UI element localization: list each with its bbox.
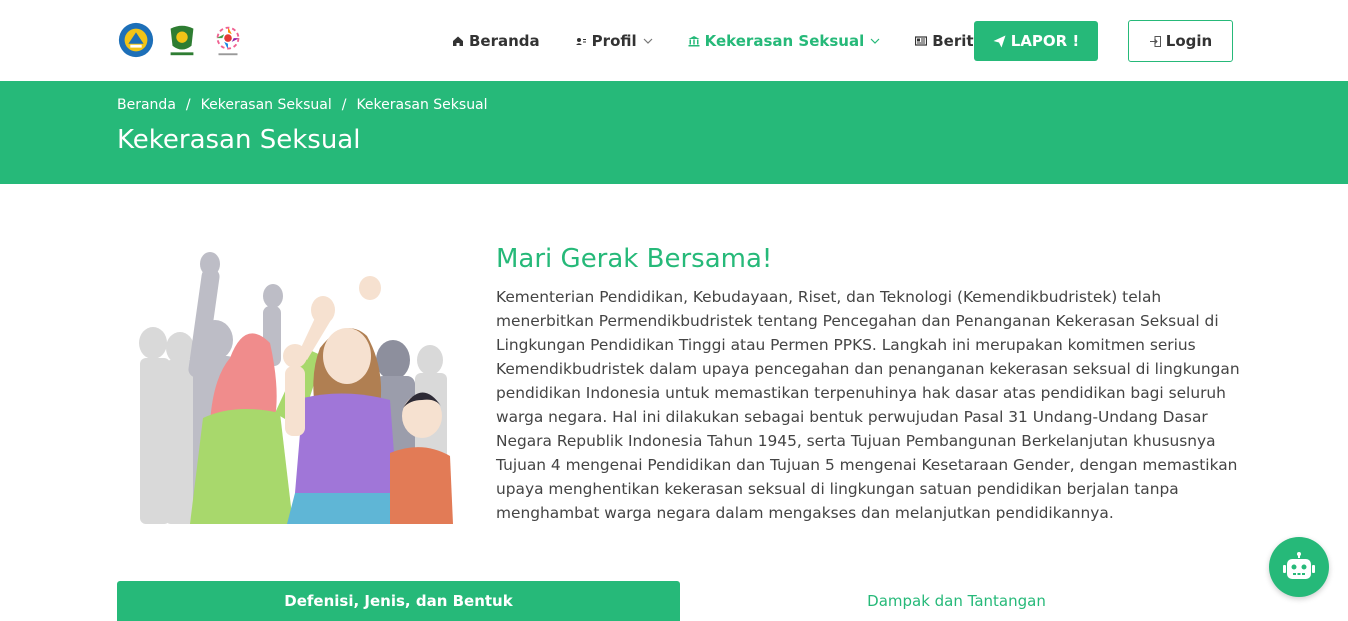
chevron-down-icon	[643, 38, 653, 44]
breadcrumb-item-current: Kekerasan Seksual	[356, 97, 488, 113]
tab-dampak-tantangan[interactable]: Dampak dan Tantangan	[680, 581, 1233, 621]
paper-plane-icon	[993, 35, 1006, 47]
user-card-icon	[575, 37, 586, 45]
main-nav: Beranda Profil Kekerasan Seksual Berita	[452, 0, 1019, 81]
page-title: Kekerasan Seksual	[117, 125, 361, 155]
nav-item-kekerasan-seksual[interactable]: Kekerasan Seksual	[688, 32, 881, 50]
login-button[interactable]: Login	[1128, 20, 1233, 62]
chatbot-button[interactable]	[1269, 537, 1329, 597]
people-rally-illustration	[139, 252, 453, 524]
nav-item-beranda[interactable]: Beranda	[452, 32, 540, 50]
kemendikbud-logo[interactable]	[117, 20, 155, 60]
nav-label-profil: Profil	[591, 31, 637, 50]
home-icon	[453, 36, 463, 46]
university-logo[interactable]	[163, 20, 201, 60]
breadcrumb-separator: /	[341, 97, 347, 113]
sign-in-icon	[1149, 35, 1161, 47]
login-label: Login	[1165, 32, 1213, 50]
kampus-merdeka-logo[interactable]	[209, 20, 247, 60]
breadcrumb-separator: /	[185, 97, 191, 113]
navbar: Beranda Profil Kekerasan Seksual Berita …	[0, 0, 1348, 81]
breadcrumb-item-beranda[interactable]: Beranda	[117, 97, 176, 113]
tab-defenisi-jenis-bentuk[interactable]: Defenisi, Jenis, dan Bentuk	[117, 581, 680, 621]
lapor-label: LAPOR !	[1010, 32, 1080, 50]
bank-icon	[688, 35, 700, 46]
nav-label-beranda: Beranda	[469, 31, 540, 50]
nav-label-kekerasan-seksual: Kekerasan Seksual	[704, 31, 865, 50]
breadcrumb-item-kekerasan-seksual[interactable]: Kekerasan Seksual	[201, 97, 332, 113]
intro-paragraph: Kementerian Pendidikan, Kebudayaan, Rise…	[496, 288, 1240, 522]
section-heading: Mari Gerak Bersama!	[496, 244, 773, 274]
newspaper-icon	[915, 35, 928, 46]
robot-icon	[1283, 552, 1315, 579]
lapor-button[interactable]: LAPOR !	[974, 21, 1098, 61]
nav-item-profil[interactable]: Profil	[575, 32, 653, 50]
chevron-down-icon	[870, 38, 880, 44]
page-header-banner: Beranda / Kekerasan Seksual / Kekerasan …	[0, 81, 1348, 184]
logo-group	[117, 20, 247, 60]
breadcrumb: Beranda / Kekerasan Seksual / Kekerasan …	[117, 97, 488, 113]
